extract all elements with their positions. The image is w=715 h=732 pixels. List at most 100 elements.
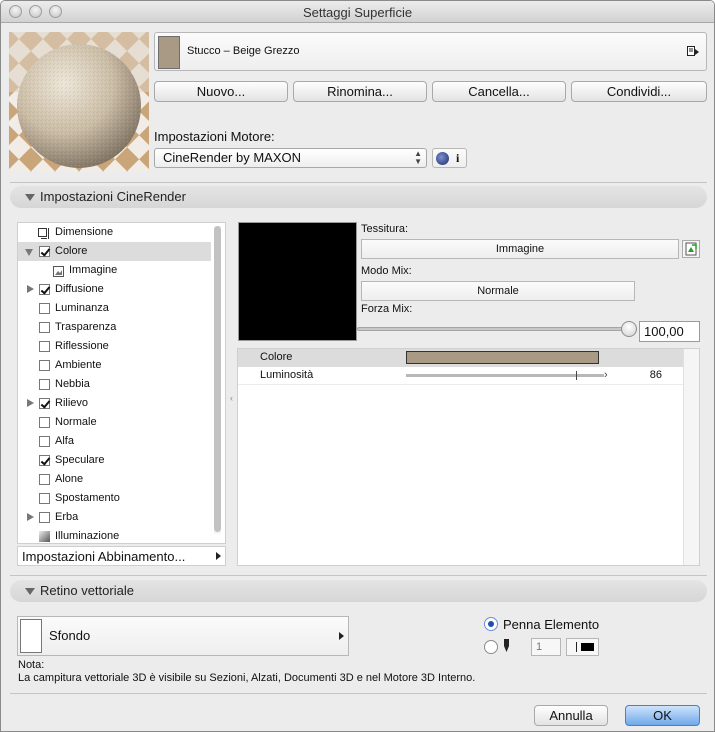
checkbox-color[interactable]: [39, 246, 50, 257]
tree-item-transparency[interactable]: Trasparenza: [18, 318, 211, 337]
checkbox-normal[interactable]: [39, 417, 50, 428]
tree-item-normal[interactable]: Normale: [18, 413, 211, 432]
texture-field[interactable]: Immagine: [361, 239, 679, 259]
mix-mode-select[interactable]: Normale: [361, 281, 635, 301]
checkbox-luminance[interactable]: [39, 303, 50, 314]
tree-item-label: Speculare: [55, 454, 105, 466]
luminosity-slider-track[interactable]: [406, 374, 604, 377]
disclosure-open-icon[interactable]: [25, 249, 33, 256]
tree-item-label: Alfa: [55, 435, 74, 447]
divider: [10, 693, 707, 694]
tree-item-label: Immagine: [69, 264, 118, 276]
disclosure-closed-icon[interactable]: [27, 513, 34, 521]
property-row-color[interactable]: Colore: [238, 349, 683, 367]
match-settings-label: Impostazioni Abbinamento...: [22, 549, 186, 564]
match-settings-button[interactable]: Impostazioni Abbinamento...: [17, 546, 226, 566]
tree-scrollbar-thumb[interactable]: [214, 226, 221, 532]
surface-color-swatch: [158, 36, 180, 69]
mix-strength-slider-knob[interactable]: [621, 321, 637, 337]
tree-item-environment[interactable]: Ambiente: [18, 356, 211, 375]
surface-settings-window: Settaggi Superficie Stucco – Beige Grezz…: [0, 0, 715, 732]
tree-item-label: Illuminazione: [55, 530, 120, 542]
pen-number-field[interactable]: 1: [531, 638, 561, 656]
checkbox-transparency[interactable]: [39, 322, 50, 333]
lighting-icon: [39, 531, 50, 542]
tree-item-diffusion[interactable]: Diffusione: [18, 280, 211, 299]
mix-strength-label: Forza Mix:: [361, 303, 413, 315]
tree-item-glow[interactable]: Alone: [18, 470, 211, 489]
tree-item-fog[interactable]: Nebbia: [18, 375, 211, 394]
pen-color-popup[interactable]: [566, 638, 599, 656]
tree-item-label: Riflessione: [55, 340, 109, 352]
fill-preview-swatch: [20, 619, 42, 653]
disclosure-triangle-icon: [25, 194, 35, 201]
property-scrollbar[interactable]: [683, 349, 699, 565]
tree-item-specular[interactable]: Speculare: [18, 451, 211, 470]
property-row-luminosity[interactable]: Luminosità › 86: [238, 367, 683, 385]
tree-item-grass[interactable]: Erba: [18, 508, 211, 527]
surface-name-field[interactable]: Stucco – Beige Grezzo: [154, 32, 707, 71]
checkbox-environment[interactable]: [39, 360, 50, 371]
splitter-handle-icon[interactable]: ‹: [230, 393, 233, 403]
property-name: Colore: [260, 351, 293, 363]
tree-item-label: Normale: [55, 416, 97, 428]
ok-button[interactable]: OK: [625, 705, 700, 726]
tree-item-label: Rilievo: [55, 397, 89, 409]
window-title: Settaggi Superficie: [302, 5, 413, 20]
disclosure-closed-icon[interactable]: [27, 399, 34, 407]
tree-item-displacement[interactable]: Spostamento: [18, 489, 211, 508]
new-button[interactable]: Nuovo...: [154, 81, 288, 102]
texture-value: Immagine: [495, 243, 545, 255]
tree-scrollbar[interactable]: [214, 226, 221, 534]
checkbox-glow[interactable]: [39, 474, 50, 485]
checkbox-specular[interactable]: [39, 455, 50, 466]
mix-mode-label: Modo Mix:: [361, 265, 412, 277]
checkbox-fog[interactable]: [39, 379, 50, 390]
property-color-swatch[interactable]: [406, 351, 599, 364]
checkbox-grass[interactable]: [39, 512, 50, 523]
dimension-icon: [38, 227, 50, 239]
custom-pen-radio[interactable]: [484, 640, 498, 654]
tree-item-image[interactable]: Immagine: [18, 261, 211, 280]
cinema4d-logo-icon: [436, 152, 449, 165]
cinerender-section-title: Impostazioni CineRender: [40, 189, 186, 204]
share-button[interactable]: Condividi...: [571, 81, 707, 102]
load-texture-icon[interactable]: [682, 240, 700, 258]
tree-item-luminance[interactable]: Luminanza: [18, 299, 211, 318]
cancel-button[interactable]: Annulla: [534, 705, 608, 726]
checkbox-alpha[interactable]: [39, 436, 50, 447]
submenu-arrow-icon: [339, 632, 344, 640]
texture-preview: [238, 222, 357, 341]
checkbox-displacement[interactable]: [39, 493, 50, 504]
tree-item-bump[interactable]: Rilievo: [18, 394, 211, 413]
checkbox-diffusion[interactable]: [39, 284, 50, 295]
tree-item-label: Erba: [55, 511, 79, 523]
tree-item-alpha[interactable]: Alfa: [18, 432, 211, 451]
engine-select[interactable]: CineRender by MAXON ▲ ▼: [154, 148, 427, 168]
checkbox-reflection[interactable]: [39, 341, 50, 352]
info-icon: i: [456, 151, 460, 165]
fill-name: Sfondo: [49, 628, 91, 643]
mix-strength-slider-track[interactable]: [357, 327, 629, 331]
checkbox-bump[interactable]: [39, 398, 50, 409]
disclosure-closed-icon[interactable]: [27, 285, 34, 293]
tree-item-label: Alone: [55, 473, 84, 485]
tree-item-color[interactable]: Colore: [18, 242, 211, 261]
tree-item-illumination[interactable]: Illuminazione: [18, 527, 211, 543]
note-label: Nota:: [18, 659, 45, 671]
fill-type-popup[interactable]: Sfondo: [17, 616, 349, 656]
vector-section-header[interactable]: Retino vettoriale: [10, 580, 707, 602]
rename-button[interactable]: Rinomina...: [293, 81, 427, 102]
delete-button[interactable]: Cancella...: [432, 81, 566, 102]
tree-item-reflection[interactable]: Riflessione: [18, 337, 211, 356]
engine-info-button[interactable]: i: [432, 148, 467, 168]
divider: [10, 182, 707, 183]
surface-list-popup-icon[interactable]: [687, 46, 699, 58]
luminosity-slider-marker[interactable]: [576, 371, 578, 380]
pen-element-radio[interactable]: [484, 617, 498, 631]
tree-item-label: Dimensione: [55, 226, 114, 238]
note-text: La campitura vettoriale 3D è visibile su…: [18, 672, 476, 684]
mix-strength-input[interactable]: 100,00: [639, 321, 700, 342]
tree-item-dimension[interactable]: Dimensione: [18, 223, 211, 242]
cinerender-section-header[interactable]: Impostazioni CineRender: [10, 186, 707, 208]
